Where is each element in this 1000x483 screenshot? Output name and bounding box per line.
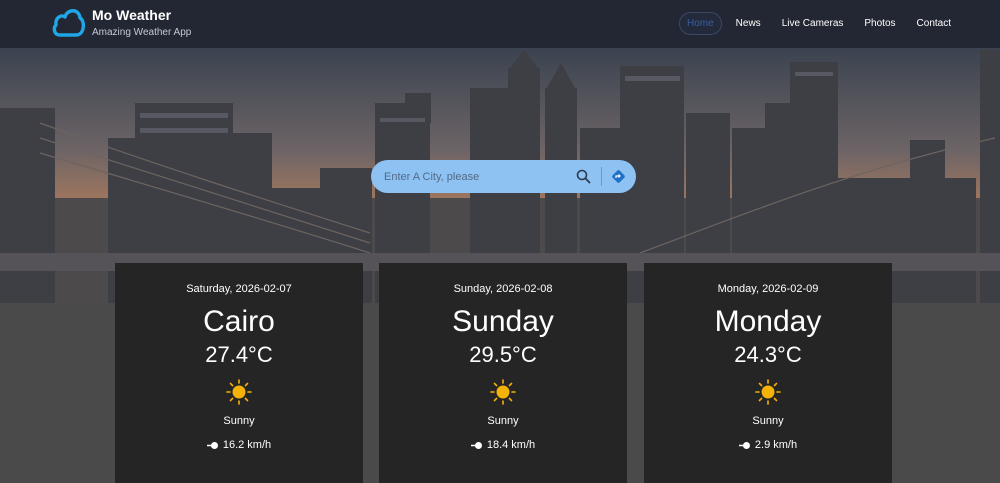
forecast-wind-speed: 18.4 km/h: [486, 439, 536, 451]
brand-subtitle: Amazing Weather App: [92, 26, 192, 38]
cloud-icon: [52, 9, 85, 37]
forecast-wind-speed: 2.9 km/h: [754, 439, 798, 451]
search-input[interactable]: [384, 170, 564, 183]
forecast-condition: Sunny: [487, 415, 519, 427]
forecast-temperature: 27.4°C: [205, 342, 273, 367]
wind-arrow-icon: [470, 442, 482, 449]
sun-icon: [755, 379, 781, 405]
forecast-wind: 2.9 km/h: [644, 439, 892, 452]
sun-icon: [226, 379, 252, 405]
forecast-temperature: 24.3°C: [734, 342, 802, 367]
nav-contact[interactable]: Contact: [910, 13, 958, 34]
nav-news[interactable]: News: [729, 13, 768, 34]
forecast-temperature: 29.5°C: [469, 342, 537, 367]
search-divider: [601, 167, 602, 186]
forecast-date: Monday, 2026-02-09: [717, 283, 819, 295]
forecast-card-day-1: Saturday, 2026-02-07 Cairo 27.4°C Sunny …: [115, 263, 363, 483]
forecast-date: Sunday, 2026-02-08: [453, 283, 553, 295]
forecast-city: Cairo: [203, 305, 275, 338]
forecast-condition: Sunny: [223, 415, 255, 427]
navbar: Mo Weather Amazing Weather App Home News…: [0, 0, 1000, 48]
sun-icon: [490, 379, 516, 405]
location-arrow-icon[interactable]: [611, 169, 626, 184]
forecast-card-day-2: Sunday, 2026-02-08 Sunday 29.5°C Sunny 1…: [379, 263, 627, 483]
wind-arrow-icon: [738, 442, 750, 449]
nav-photos[interactable]: Photos: [857, 13, 902, 34]
wind-arrow-icon: [206, 442, 218, 449]
forecast-day-name: Sunday: [452, 305, 554, 338]
nav-live-cameras[interactable]: Live Cameras: [775, 13, 851, 34]
forecast-day-name: Monday: [714, 305, 822, 338]
search-bar[interactable]: [371, 160, 636, 193]
search-icon[interactable]: [576, 169, 591, 184]
forecast-card-day-3: Monday, 2026-02-09 Monday 24.3°C Sunny 2…: [644, 263, 892, 483]
nav-links: Home News Live Cameras Photos Contact: [672, 12, 958, 35]
forecast-wind-speed: 16.2 km/h: [222, 439, 272, 451]
brand[interactable]: Mo Weather Amazing Weather App: [52, 6, 191, 39]
forecast-condition: Sunny: [752, 415, 784, 427]
forecast-wind: 16.2 km/h: [115, 439, 363, 452]
nav-home[interactable]: Home: [678, 12, 722, 35]
forecast-wind: 18.4 km/h: [379, 439, 627, 452]
forecast-date: Saturday, 2026-02-07: [186, 283, 292, 295]
brand-title: Mo Weather: [92, 6, 172, 23]
